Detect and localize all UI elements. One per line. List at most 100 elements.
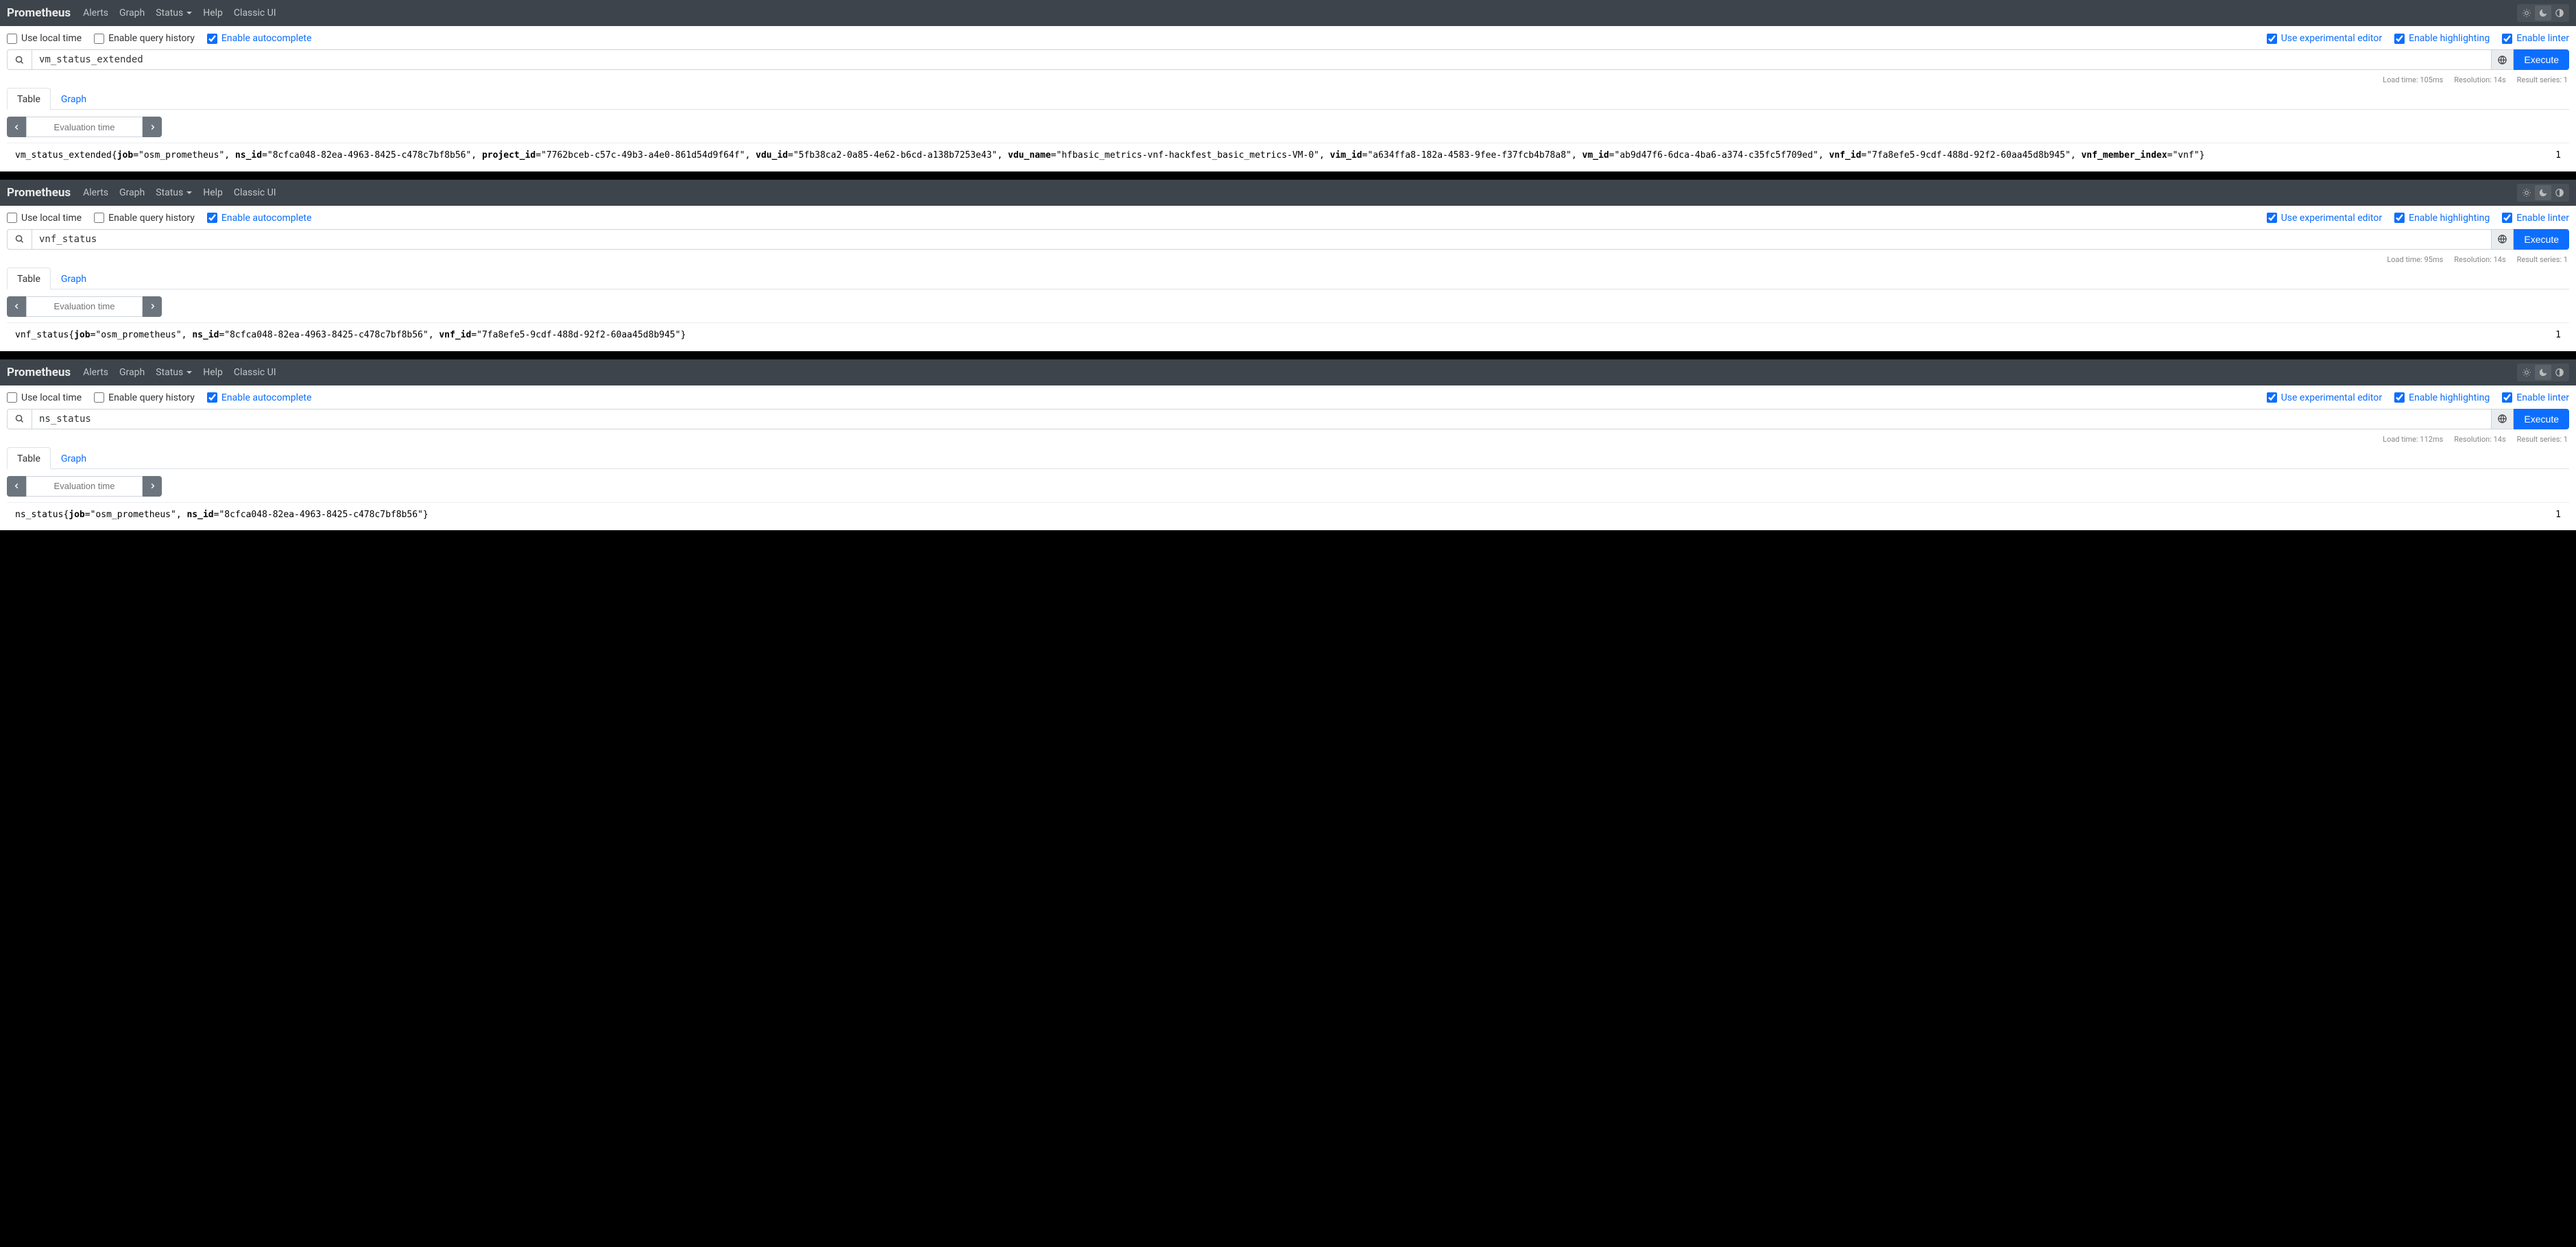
use-local-time-checkbox[interactable]: Use local time — [7, 33, 82, 44]
brand-logo[interactable]: Prometheus — [7, 186, 71, 200]
options-row: Use local time Enable query history Enab… — [0, 385, 2576, 409]
navbar: Prometheus Alerts Graph Status Help Clas… — [0, 0, 2576, 26]
enable-query-history-checkbox[interactable]: Enable query history — [94, 33, 195, 44]
theme-light-button[interactable] — [2518, 365, 2535, 380]
tab-graph[interactable]: Graph — [51, 268, 97, 289]
use-experimental-editor-checkbox[interactable]: Use experimental editor — [2267, 213, 2382, 224]
metrics-explorer-button[interactable] — [7, 49, 32, 70]
moon-icon — [2538, 8, 2548, 18]
tab-graph[interactable]: Graph — [51, 447, 97, 469]
tab-graph[interactable]: Graph — [51, 88, 97, 110]
result-row: ns_status{job="osm_prometheus", ns_id="8… — [7, 502, 2569, 531]
query-row: Execute — [0, 409, 2576, 434]
enable-autocomplete-checkbox[interactable]: Enable autocomplete — [207, 392, 312, 403]
nav-status-dropdown[interactable]: Status — [156, 367, 192, 378]
use-experimental-editor-checkbox[interactable]: Use experimental editor — [2267, 392, 2382, 403]
brand-logo[interactable]: Prometheus — [7, 366, 71, 379]
theme-dark-button[interactable] — [2535, 365, 2551, 380]
options-row: Use local time Enable query history Enab… — [0, 206, 2576, 229]
chevron-right-icon — [149, 482, 156, 490]
theme-auto-button[interactable] — [2551, 5, 2568, 21]
globe-icon — [2497, 234, 2507, 244]
eval-time-prev-button[interactable] — [7, 117, 26, 137]
enable-autocomplete-checkbox[interactable]: Enable autocomplete — [207, 33, 312, 44]
result-series-labels[interactable]: ns_status{job="osm_prometheus", ns_id="8… — [15, 508, 2533, 523]
nav-alerts[interactable]: Alerts — [83, 8, 108, 19]
enable-linter-checkbox[interactable]: Enable linter — [2502, 33, 2569, 44]
use-experimental-editor-checkbox[interactable]: Use experimental editor — [2267, 33, 2382, 44]
execute-button[interactable]: Execute — [2514, 229, 2569, 250]
eval-time-prev-button[interactable] — [7, 476, 26, 497]
tab-table[interactable]: Table — [7, 268, 51, 289]
chevron-left-icon — [13, 482, 21, 490]
enable-highlighting-checkbox[interactable]: Enable highlighting — [2394, 392, 2490, 403]
enable-highlighting-checkbox[interactable]: Enable highlighting — [2394, 213, 2490, 224]
evaluation-time-row — [0, 469, 2576, 502]
query-meta: Load time: 112ms Resolution: 14s Result … — [0, 434, 2576, 447]
contrast-icon — [2555, 8, 2564, 18]
nav-graph[interactable]: Graph — [119, 367, 145, 378]
search-icon — [14, 55, 25, 65]
execute-button[interactable]: Execute — [2514, 49, 2569, 70]
eval-time-prev-button[interactable] — [7, 296, 26, 317]
contrast-icon — [2555, 368, 2564, 377]
nav-classic-ui[interactable]: Classic UI — [234, 8, 276, 19]
enable-query-history-checkbox[interactable]: Enable query history — [94, 213, 195, 224]
enable-linter-checkbox[interactable]: Enable linter — [2502, 213, 2569, 224]
use-local-time-checkbox[interactable]: Use local time — [7, 213, 82, 224]
result-series-label: Result series: 1 — [2517, 435, 2568, 444]
nav-help[interactable]: Help — [203, 8, 223, 19]
expression-input[interactable] — [32, 409, 2492, 429]
eval-time-next-button[interactable] — [143, 296, 162, 317]
result-series-labels[interactable]: vnf_status{job="osm_prometheus", ns_id="… — [15, 329, 2533, 343]
theme-dark-button[interactable] — [2535, 5, 2551, 21]
tab-table[interactable]: Table — [7, 88, 51, 110]
chevron-right-icon — [149, 123, 156, 131]
use-local-time-checkbox[interactable]: Use local time — [7, 392, 82, 403]
eval-time-next-button[interactable] — [143, 476, 162, 497]
nav-status-dropdown[interactable]: Status — [156, 187, 192, 198]
evaluation-time-input[interactable] — [26, 476, 143, 497]
nav-status-dropdown[interactable]: Status — [156, 8, 192, 19]
nav-graph[interactable]: Graph — [119, 187, 145, 198]
nav-classic-ui[interactable]: Classic UI — [234, 187, 276, 198]
navbar: Prometheus Alerts Graph Status Help Clas… — [0, 359, 2576, 385]
execute-button[interactable]: Execute — [2514, 409, 2569, 429]
brand-logo[interactable]: Prometheus — [7, 6, 71, 20]
format-expression-button[interactable] — [2492, 229, 2514, 250]
query-meta: Load time: 95ms Resolution: 14s Result s… — [0, 254, 2576, 267]
expression-input[interactable] — [32, 49, 2492, 70]
format-expression-button[interactable] — [2492, 49, 2514, 70]
nav-classic-ui[interactable]: Classic UI — [234, 367, 276, 378]
theme-toggle-group — [2517, 364, 2569, 381]
eval-time-next-button[interactable] — [143, 117, 162, 137]
evaluation-time-input[interactable] — [26, 296, 143, 317]
metrics-explorer-button[interactable] — [7, 229, 32, 250]
options-row: Use local time Enable query history Enab… — [0, 26, 2576, 49]
nav-alerts[interactable]: Alerts — [83, 367, 108, 378]
theme-auto-button[interactable] — [2551, 185, 2568, 200]
theme-light-button[interactable] — [2518, 185, 2535, 200]
nav-help[interactable]: Help — [203, 367, 223, 378]
navbar: Prometheus Alerts Graph Status Help Clas… — [0, 180, 2576, 206]
format-expression-button[interactable] — [2492, 409, 2514, 429]
enable-linter-checkbox[interactable]: Enable linter — [2502, 392, 2569, 403]
enable-query-history-checkbox[interactable]: Enable query history — [94, 392, 195, 403]
enable-autocomplete-checkbox[interactable]: Enable autocomplete — [207, 213, 312, 224]
evaluation-time-input[interactable] — [26, 117, 143, 137]
result-series-labels[interactable]: vm_status_extended{job="osm_prometheus",… — [15, 149, 2533, 163]
expression-input[interactable] — [32, 229, 2492, 250]
enable-highlighting-checkbox[interactable]: Enable highlighting — [2394, 33, 2490, 44]
nav-graph[interactable]: Graph — [119, 8, 145, 19]
result-value: 1 — [2533, 149, 2561, 163]
theme-dark-button[interactable] — [2535, 185, 2551, 200]
metrics-explorer-button[interactable] — [7, 409, 32, 429]
nav-links: Alerts Graph Status Help Classic UI — [83, 8, 2517, 19]
theme-light-button[interactable] — [2518, 5, 2535, 21]
theme-toggle-group — [2517, 4, 2569, 22]
theme-auto-button[interactable] — [2551, 365, 2568, 380]
query-meta: Load time: 105ms Resolution: 14s Result … — [0, 74, 2576, 87]
nav-help[interactable]: Help — [203, 187, 223, 198]
nav-alerts[interactable]: Alerts — [83, 187, 108, 198]
tab-table[interactable]: Table — [7, 447, 51, 469]
